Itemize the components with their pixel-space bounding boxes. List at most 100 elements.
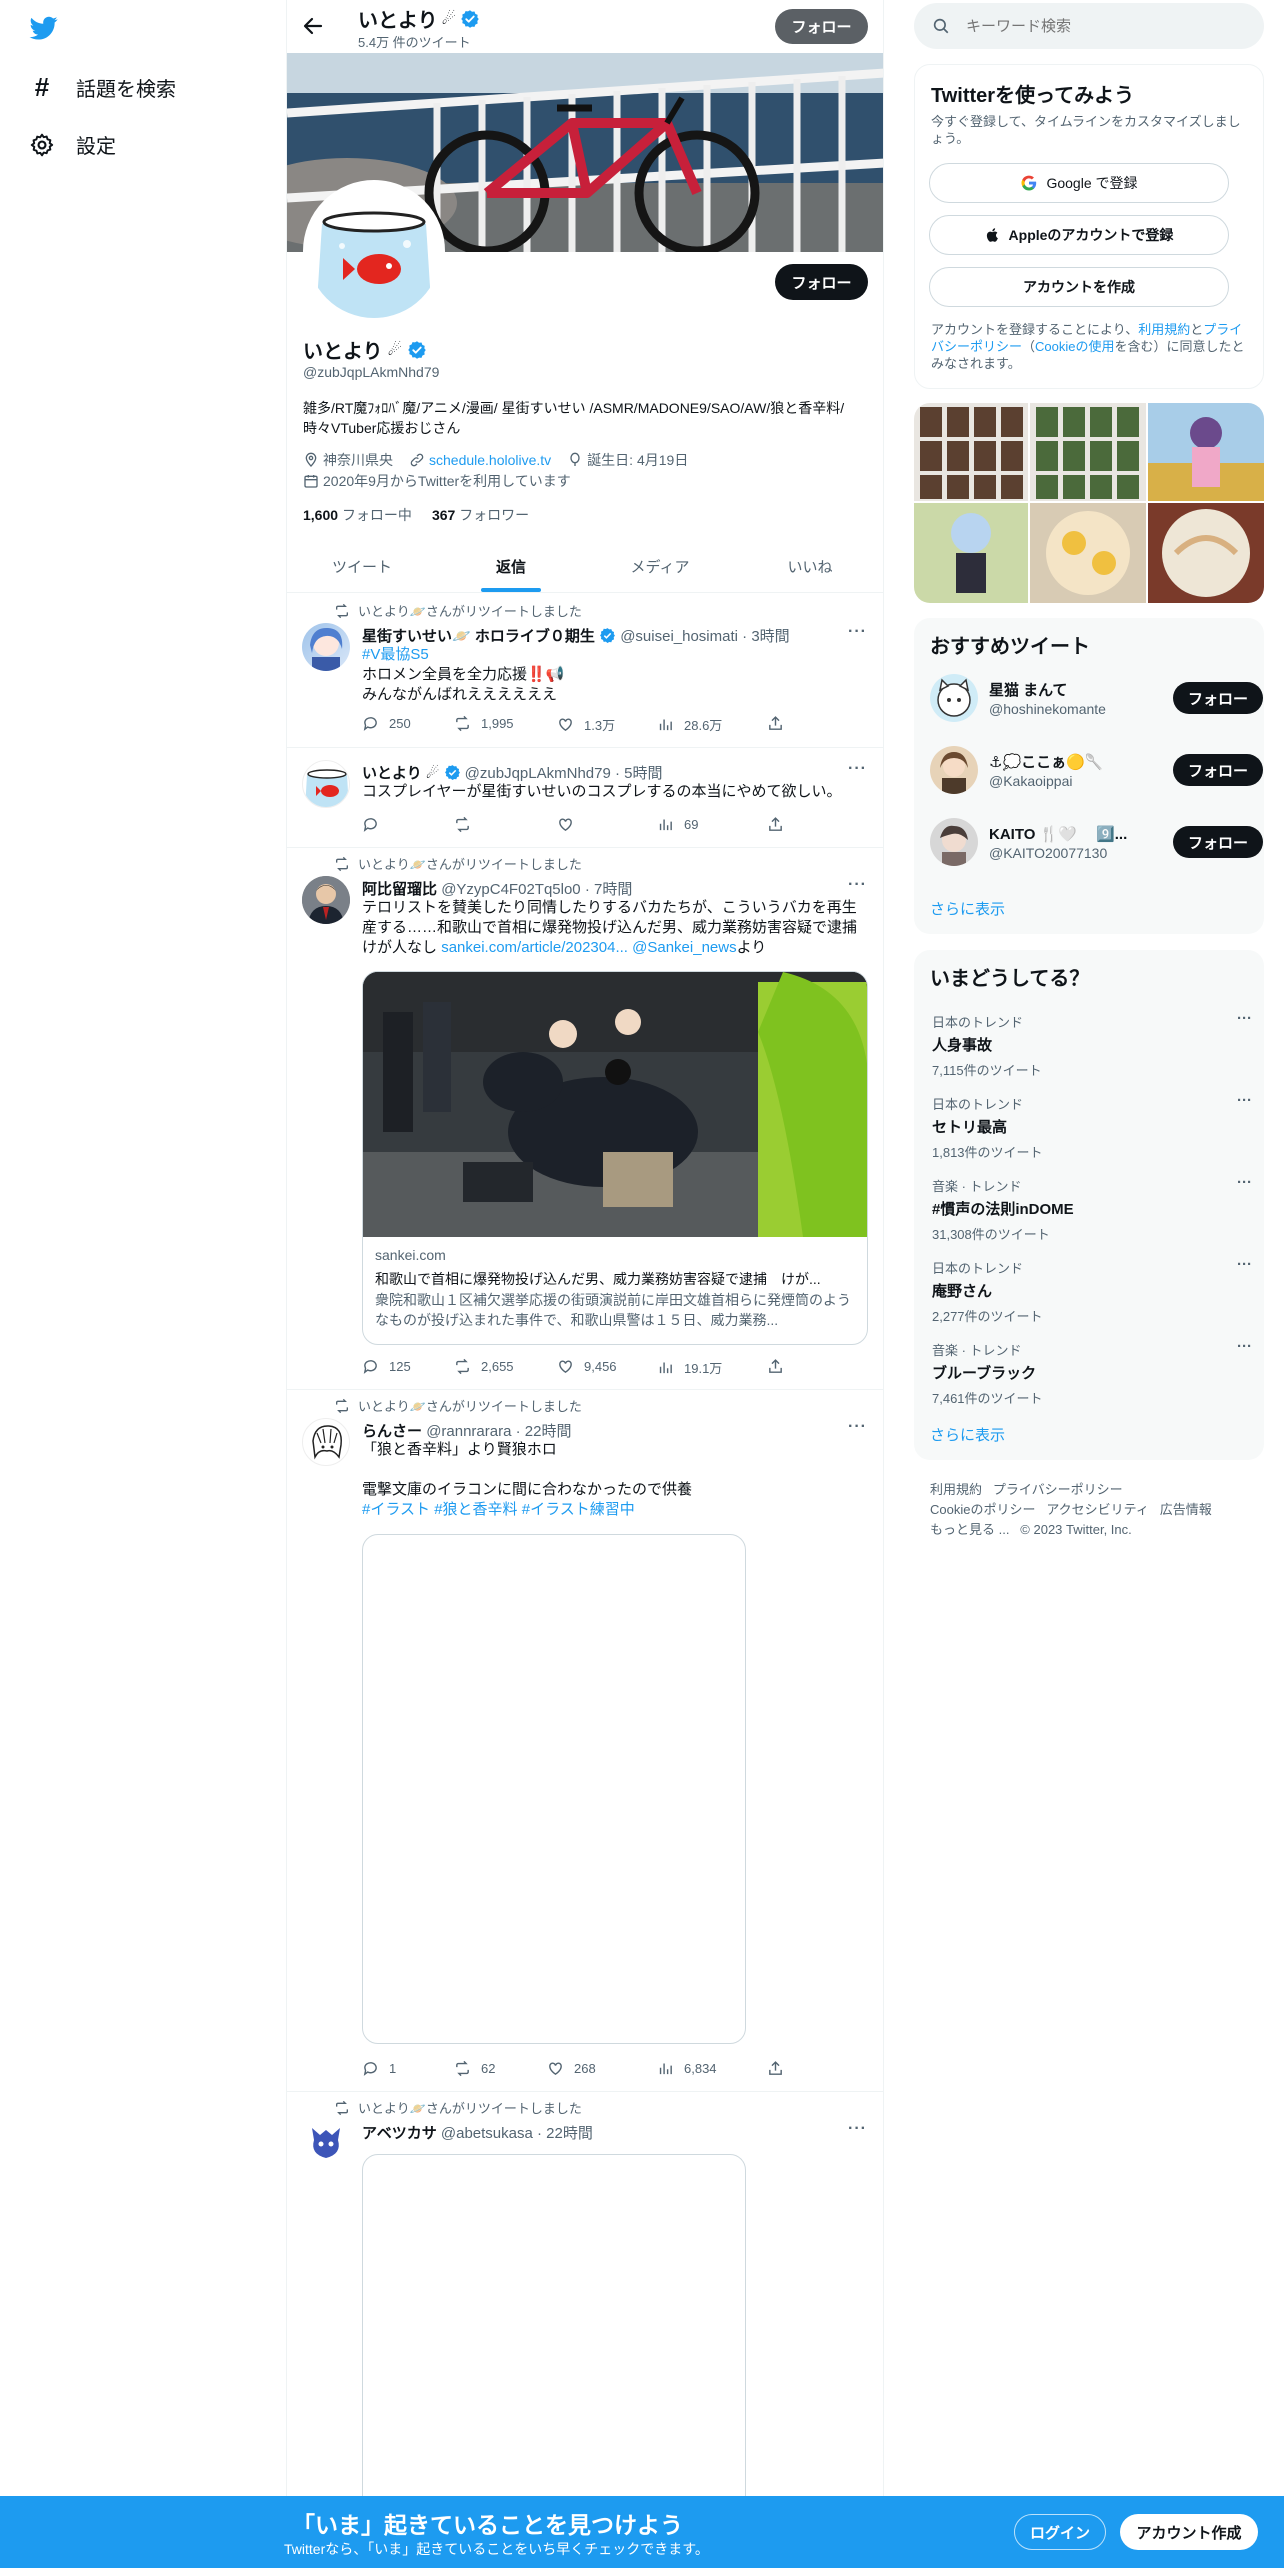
trend-item[interactable]: 日本のトレンド 庵野さん 2,277件のツイート ···: [932, 1256, 1252, 1325]
retweet-button[interactable]: 2,655: [454, 1358, 514, 1375]
share-button[interactable]: [767, 2060, 784, 2077]
footer-more-link[interactable]: もっと見る ...: [930, 1522, 1009, 1537]
share-button[interactable]: [767, 715, 784, 732]
nav-settings[interactable]: 設定: [28, 130, 116, 159]
link-card[interactable]: sankei.com 和歌山で首相に爆発物投げ込んだ男、威力業務妨害容疑で逮捕 …: [362, 971, 868, 1345]
avatar[interactable]: [302, 1418, 350, 1466]
following-link[interactable]: 1,600 フォロー中: [303, 505, 412, 525]
google-signup-button[interactable]: Google で登録: [929, 163, 1229, 203]
header-follow-button[interactable]: フォロー: [775, 9, 868, 44]
more-options-icon[interactable]: ···: [848, 760, 867, 778]
avatar[interactable]: [930, 746, 978, 794]
trend-item[interactable]: 音楽 · トレンド ブルーブラック 7,461件のツイート ···: [932, 1338, 1252, 1407]
tweet-hashtags[interactable]: #イラスト #狼と香辛料 #イラスト練習中: [362, 1500, 867, 1520]
profile-website-link[interactable]: schedule.hololive.tv: [429, 452, 551, 468]
footer-ads-link[interactable]: 広告情報: [1160, 1502, 1212, 1517]
recommended-user[interactable]: ⚓💭ここぁ🟡🥄 @Kakaoippai フォロー: [930, 744, 1263, 796]
tweet-author-handle[interactable]: @suisei_hosimati: [620, 628, 738, 645]
like-button[interactable]: 1.3万: [557, 715, 615, 734]
signup-button[interactable]: アカウント作成: [1120, 2514, 1258, 2550]
like-button[interactable]: [557, 816, 574, 833]
nav-explore[interactable]: # 話題を検索: [28, 72, 176, 103]
trend-item[interactable]: 日本のトレンド 人身事故 7,115件のツイート ···: [932, 1010, 1252, 1079]
tweet-author-handle[interactable]: @rannrarara: [426, 1423, 511, 1440]
trends-show-more[interactable]: さらに表示: [930, 1424, 1005, 1445]
reply-button[interactable]: [362, 816, 379, 833]
cookie-link[interactable]: Cookieの使用: [1035, 339, 1114, 354]
avatar[interactable]: [930, 818, 978, 866]
tab-tweets[interactable]: ツイート: [287, 540, 437, 592]
follow-button[interactable]: フォロー: [1173, 682, 1263, 714]
share-button[interactable]: [767, 1358, 784, 1375]
tweet-time[interactable]: 7時間: [594, 881, 632, 898]
tweet-author-handle[interactable]: @zubJqpLAkmNhd79: [465, 765, 611, 782]
views-button[interactable]: 28.6万: [657, 715, 722, 734]
login-button[interactable]: ログイン: [1014, 2514, 1106, 2550]
tweet-author-name[interactable]: 阿比留瑠比: [362, 881, 437, 898]
follow-button[interactable]: フォロー: [1173, 754, 1263, 786]
like-button[interactable]: 9,456: [557, 1358, 617, 1375]
views-button[interactable]: 6,834: [657, 2060, 717, 2077]
share-button[interactable]: [767, 816, 784, 833]
avatar[interactable]: [302, 2120, 350, 2168]
tweet-item[interactable]: いとより🪐さんがリツイートしました らんさー @rannrarara · 22時…: [287, 1390, 883, 2092]
tweet-time[interactable]: 5時間: [624, 765, 662, 782]
tweet-author-handle[interactable]: @abetsukasa: [441, 2125, 533, 2142]
more-options-icon[interactable]: ···: [848, 1418, 867, 1436]
reply-button[interactable]: 125: [362, 1358, 411, 1375]
tweet-time[interactable]: 3時間: [751, 628, 789, 645]
tweet-author-handle[interactable]: @YzypC4F02Tq5lo0: [441, 881, 580, 898]
avatar[interactable]: [302, 623, 350, 671]
tweet-time[interactable]: 22時間: [546, 2125, 593, 2142]
tweet-author-name[interactable]: 星街すいせい🪐 ホロライブ０期生: [362, 628, 595, 645]
more-options-icon[interactable]: ···: [848, 2120, 867, 2138]
tweet-mention[interactable]: @Sankei_news: [632, 939, 736, 956]
profile-avatar[interactable]: [303, 180, 445, 322]
more-options-icon[interactable]: ···: [1237, 1256, 1252, 1273]
more-options-icon[interactable]: ···: [1237, 1338, 1252, 1355]
footer-accessibility-link[interactable]: アクセシビリティ: [1046, 1502, 1149, 1517]
more-options-icon[interactable]: ···: [848, 623, 867, 641]
profile-follow-button[interactable]: フォロー: [775, 264, 868, 300]
retweet-button[interactable]: [454, 816, 471, 833]
footer-privacy-link[interactable]: プライバシーポリシー: [993, 1482, 1123, 1497]
twitter-logo-icon[interactable]: [28, 14, 60, 42]
search-input[interactable]: [966, 15, 1246, 37]
tab-media[interactable]: メディア: [585, 540, 735, 592]
terms-link[interactable]: 利用規約: [1138, 322, 1190, 337]
tweet-item[interactable]: いとより🪐さんがリツイートしました 星街すいせい🪐 ホロライブ０期生 @suis…: [287, 593, 883, 748]
footer-terms-link[interactable]: 利用規約: [930, 1482, 982, 1497]
more-options-icon[interactable]: ···: [1237, 1092, 1252, 1109]
recommended-show-more[interactable]: さらに表示: [930, 898, 1005, 919]
like-button[interactable]: 268: [547, 2060, 596, 2077]
tab-likes[interactable]: いいね: [735, 540, 883, 592]
footer-cookie-link[interactable]: Cookieのポリシー: [930, 1502, 1035, 1517]
more-options-icon[interactable]: ···: [1237, 1174, 1252, 1191]
avatar[interactable]: [302, 876, 350, 924]
tweet-media-image[interactable]: [362, 1534, 746, 2044]
create-account-button[interactable]: アカウントを作成: [929, 267, 1229, 307]
avatar[interactable]: [302, 760, 350, 808]
tweet-author-name[interactable]: アベツカサ: [362, 2125, 437, 2142]
trend-item[interactable]: 日本のトレンド セトリ最高 1,813件のツイート ···: [932, 1092, 1252, 1161]
recommended-user[interactable]: 星猫 まんて @hoshinekomante フォロー: [930, 672, 1263, 724]
recommended-user[interactable]: KAITO 🍴🤍 9️⃣... @KAITO20077130 フォロー: [930, 816, 1263, 868]
tweet-hashtag[interactable]: #V最協S5: [362, 645, 867, 665]
avatar[interactable]: [930, 674, 978, 722]
more-options-icon[interactable]: ···: [848, 876, 867, 894]
search-box[interactable]: [914, 3, 1264, 49]
views-button[interactable]: 19.1万: [657, 1358, 722, 1377]
reply-button[interactable]: 250: [362, 715, 411, 732]
media-grid[interactable]: [914, 403, 1264, 603]
trend-item[interactable]: 音楽 · トレンド #慣声の法則inDOME 31,308件のツイート ···: [932, 1174, 1252, 1243]
tweet-item[interactable]: いとより🪐さんがリツイートしました 阿比留瑠比 @YzypC4F02Tq5lo0…: [287, 848, 883, 1390]
views-button[interactable]: 69: [657, 816, 698, 833]
more-options-icon[interactable]: ···: [1237, 1010, 1252, 1027]
back-arrow-icon[interactable]: [301, 14, 325, 38]
tweet-link[interactable]: sankei.com/article/202304...: [441, 939, 628, 956]
apple-signup-button[interactable]: Appleのアカウントで登録: [929, 215, 1229, 255]
tweet-item[interactable]: いとより ☄ @zubJqpLAkmNhd79 · 5時間 ··· コスプレイヤ…: [287, 748, 883, 848]
tweet-author-name[interactable]: らんさー: [362, 1423, 422, 1440]
tweet-author-name[interactable]: いとより: [362, 765, 422, 782]
followers-link[interactable]: 367 フォロワー: [432, 505, 529, 525]
